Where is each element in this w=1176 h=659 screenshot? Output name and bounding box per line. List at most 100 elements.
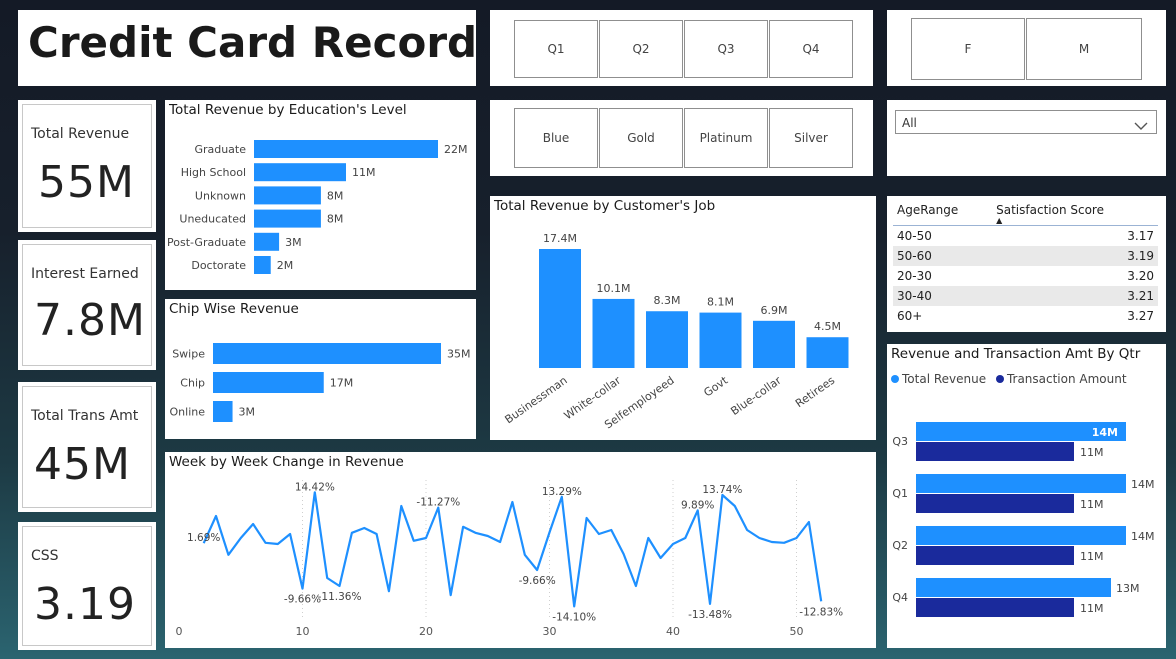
tick-label: 30: [543, 625, 557, 638]
bar-transaction-amount: [916, 442, 1074, 461]
point-label: 1.69%: [187, 532, 220, 544]
card-category-slicer: Blue Gold Platinum Silver: [490, 100, 873, 176]
table-row: 60+ 3.27: [893, 306, 1158, 326]
tick-label: 0: [176, 625, 183, 638]
data-label: 2M: [277, 259, 294, 272]
bar-total-revenue: [916, 474, 1126, 493]
bar-transaction-amount: [916, 598, 1074, 617]
slicer-option-platinum[interactable]: Platinum: [684, 108, 768, 168]
data-label: 17M: [330, 377, 354, 390]
category-label: Q4: [892, 591, 908, 604]
data-label: 8M: [327, 189, 344, 202]
bar: [539, 249, 581, 368]
quarter-revenue-chart: Revenue and Transaction Amt By Qtr Total…: [887, 344, 1166, 648]
point-label: -11.27%: [416, 497, 460, 509]
table-row: 20-30 3.20: [893, 266, 1158, 286]
kpi-label: CSS: [31, 548, 59, 564]
category-label: Chip: [180, 377, 205, 390]
job-bar-chart: 17.4MBusinessman10.1MWhite-collar8.3MSel…: [503, 232, 849, 431]
category-label: Online: [170, 406, 206, 419]
column-header-satisfaction-score[interactable]: Satisfaction Score ▲: [992, 200, 1158, 226]
title-panel: Credit Card Record: [18, 10, 477, 86]
bar: [592, 298, 635, 368]
cell-score: 3.19: [992, 246, 1158, 266]
kpi-value: 3.19: [34, 579, 136, 630]
data-label: 3M: [239, 406, 256, 419]
bar: [254, 140, 438, 158]
quarter-slicer: Q1 Q2 Q3 Q4: [490, 10, 873, 86]
chip-revenue-chart: Chip Wise Revenue Swipe 35M Chip 17M Online 3…: [165, 299, 476, 439]
slicer-option-q2[interactable]: Q2: [599, 20, 683, 78]
category-label: Uneducated: [179, 213, 246, 226]
satisfaction-table-panel: AgeRange Satisfaction Score ▲ 40-50 3.17 5…: [887, 196, 1166, 332]
data-label: 17.4M: [543, 232, 577, 245]
kpi-value: 55M: [38, 157, 135, 208]
data-label: 3M: [285, 236, 302, 249]
dropdown-select[interactable]: All: [895, 110, 1157, 134]
sort-ascending-icon: ▲: [996, 216, 1003, 225]
kpi-label: Total Trans Amt: [31, 408, 139, 424]
slicer-option-q1[interactable]: Q1: [514, 20, 598, 78]
data-label: 22M: [444, 143, 468, 156]
point-label: -9.66%: [284, 594, 321, 606]
bar-total-revenue: [916, 526, 1126, 545]
table-row: 40-50 3.17: [893, 226, 1158, 247]
cell-score: 3.20: [1127, 269, 1154, 283]
bar-transaction-amount: [916, 546, 1074, 565]
category-label: Doctorate: [191, 259, 246, 272]
slicer-option-q3[interactable]: Q3: [684, 20, 768, 78]
kpi-label: Interest Earned: [31, 266, 139, 282]
cell-agerange: 20-30: [897, 269, 932, 283]
bar: [213, 343, 441, 364]
data-label: 8.3M: [654, 294, 681, 307]
weekly-line-chart: 0 10 20 30 40 50 1.69% -9.66% 14.42% -11.36% -11.2…: [176, 480, 843, 638]
slicer-option-blue[interactable]: Blue: [514, 108, 598, 168]
bar: [254, 163, 346, 182]
tick-label: 10: [296, 625, 310, 638]
data-label: 10.1M: [597, 282, 631, 295]
slicer-option-gold[interactable]: Gold: [599, 108, 683, 168]
category-label: Q2: [892, 539, 908, 552]
data-label: 14M: [1092, 426, 1118, 439]
data-label: 13M: [1116, 582, 1140, 595]
education-revenue-chart: Total Revenue by Education's Level Gradu…: [165, 100, 476, 290]
slicer-option-silver[interactable]: Silver: [769, 108, 853, 168]
data-label: 4.5M: [814, 320, 841, 333]
point-label: 14.42%: [295, 481, 335, 493]
bar-transaction-amount: [916, 494, 1074, 513]
bar: [806, 337, 849, 368]
slicer-option-m[interactable]: M: [1026, 18, 1142, 80]
job-revenue-chart: Total Revenue by Customer's Job 17.4M Bus…: [490, 196, 876, 440]
dropdown-value: All: [902, 116, 917, 130]
gender-slicer: F M: [887, 10, 1166, 86]
data-label: 11M: [1080, 498, 1104, 511]
bar-total-revenue: [916, 578, 1111, 597]
weekly-change-chart: Week by Week Change in Revenue 0 10 20 30 40…: [165, 452, 876, 648]
point-label: -9.66%: [519, 575, 556, 587]
kpi-value: 45M: [34, 439, 131, 490]
bar: [254, 232, 280, 251]
slicer-option-q4[interactable]: Q4: [769, 20, 853, 78]
data-label: 8M: [327, 213, 344, 226]
data-label: 11M: [1080, 602, 1104, 615]
data-label: 11M: [1080, 446, 1104, 459]
category-label: Q3: [892, 435, 908, 448]
dropdown-slicer-panel: All: [887, 100, 1166, 176]
cell-score: 3.21: [992, 286, 1158, 306]
kpi-value: 7.8M: [34, 295, 146, 346]
cell-agerange: 60+: [897, 309, 923, 323]
kpi-card-interest-earned: Interest Earned 7.8M: [18, 240, 156, 370]
kpi-card-total-trans-amt: Total Trans Amt 45M: [18, 382, 156, 512]
kpi-label: Total Revenue: [31, 126, 130, 142]
column-header-agerange[interactable]: AgeRange: [893, 200, 992, 226]
point-label: 13.29%: [542, 486, 582, 498]
category-label: Businessman: [503, 374, 570, 426]
tick-label: 20: [419, 625, 433, 638]
data-label: 14M: [1131, 530, 1155, 543]
table-header-row: AgeRange Satisfaction Score ▲: [893, 200, 1158, 226]
point-label: -14.10%: [552, 611, 596, 623]
slicer-option-f[interactable]: F: [911, 18, 1025, 80]
cell-agerange: 40-50: [897, 229, 932, 243]
data-label: 11M: [352, 166, 376, 179]
category-label: Post-Graduate: [167, 236, 246, 249]
